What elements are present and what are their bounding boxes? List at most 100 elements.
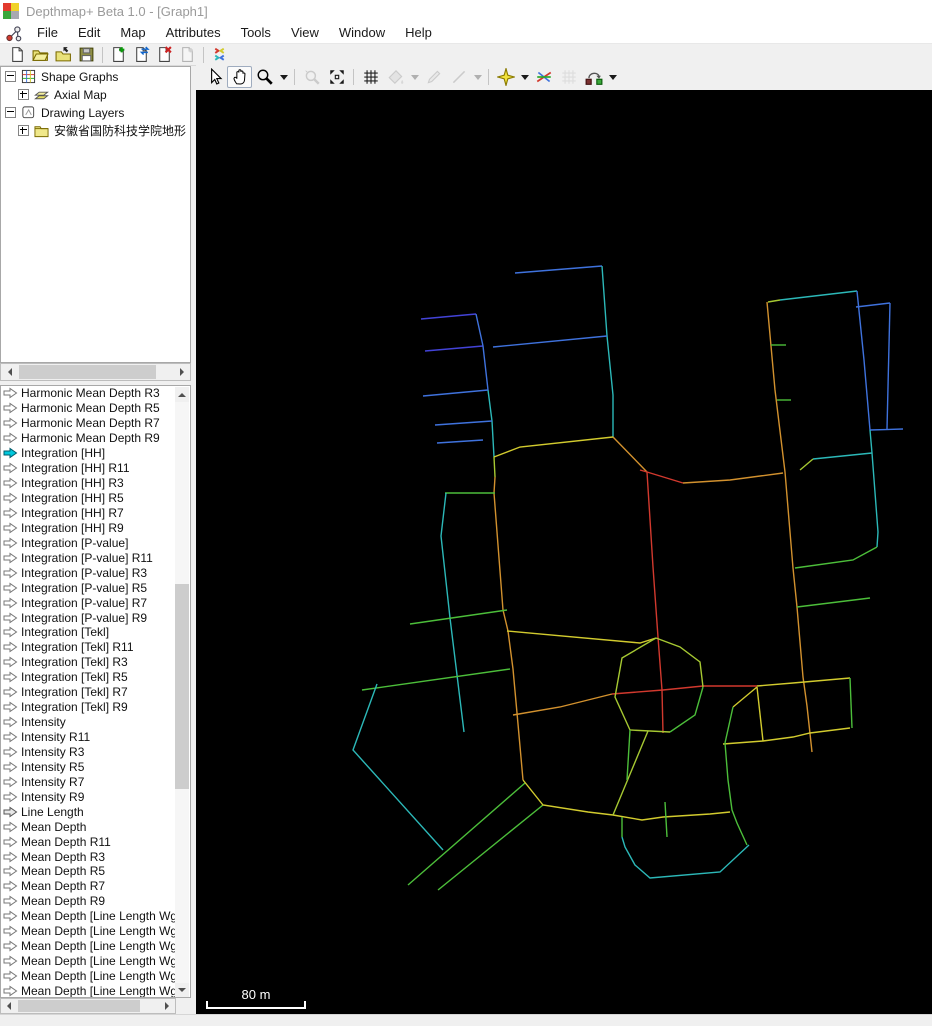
attribute-list-item[interactable]: Integration [HH] R9 — [1, 520, 176, 535]
axial-line[interactable] — [779, 290, 858, 301]
attribute-list-item[interactable]: Integration [P-value] R11 — [1, 550, 176, 565]
axial-star-button[interactable] — [493, 66, 518, 88]
menu-view[interactable]: View — [281, 23, 329, 42]
menu-tools[interactable]: Tools — [231, 23, 281, 42]
axial-line[interactable] — [767, 299, 781, 303]
update-graph-button[interactable] — [130, 45, 153, 65]
axial-line[interactable] — [493, 476, 524, 781]
axial-line[interactable] — [506, 630, 657, 644]
axial-line[interactable] — [436, 439, 484, 444]
attribute-list-item[interactable]: Integration [Tekl] R5 — [1, 670, 176, 685]
axial-line[interactable] — [849, 677, 853, 729]
axial-line[interactable] — [639, 469, 684, 484]
step-depth-button[interactable] — [581, 66, 606, 88]
hand-button[interactable] — [227, 66, 252, 88]
tree-expander-minus-icon[interactable] — [5, 107, 16, 118]
attribute-list-item[interactable]: Mean Depth R11 — [1, 834, 176, 849]
attribute-list-item[interactable]: Integration [P-value] R3 — [1, 565, 176, 580]
attribute-list-item[interactable]: Integration [P-value] — [1, 535, 176, 550]
axial-line[interactable] — [492, 335, 608, 348]
attribute-list-item[interactable]: Integration [Tekl] — [1, 625, 176, 640]
attribute-list-item[interactable]: Intensity R5 — [1, 759, 176, 774]
attribute-list-item[interactable]: Mean Depth — [1, 819, 176, 834]
axial-line[interactable] — [886, 302, 891, 430]
menu-attributes[interactable]: Attributes — [156, 23, 231, 42]
attribute-list-item[interactable]: Mean Depth [Line Length Wgt] — [1, 909, 176, 924]
axial-line[interactable] — [352, 683, 444, 851]
axial-line[interactable] — [664, 801, 668, 838]
list-vscroll-up-button[interactable] — [175, 387, 189, 402]
axial-line[interactable] — [493, 456, 496, 478]
axial-line[interactable] — [732, 686, 758, 708]
axial-line[interactable] — [514, 265, 603, 274]
menu-window[interactable]: Window — [329, 23, 395, 42]
zoom-extents-button[interactable] — [324, 66, 349, 88]
axial-lines-button[interactable] — [531, 66, 556, 88]
attribute-list-item[interactable]: Integration [P-value] R5 — [1, 580, 176, 595]
axial-line[interactable] — [669, 686, 704, 733]
axial-line[interactable] — [621, 836, 750, 879]
attribute-list-item[interactable]: Integration [HH] — [1, 446, 176, 461]
list-hscroll-thumb[interactable] — [18, 1000, 140, 1012]
axial-line[interactable] — [487, 389, 495, 458]
axial-line[interactable] — [869, 428, 904, 431]
attribute-list-item[interactable]: Mean Depth R5 — [1, 864, 176, 879]
axial-line[interactable] — [361, 668, 511, 691]
list-vscrollbar[interactable] — [175, 387, 189, 997]
axial-line[interactable] — [869, 429, 879, 548]
menu-map[interactable]: Map — [110, 23, 155, 42]
attribute-list-item[interactable]: Harmonic Mean Depth R3 — [1, 386, 176, 401]
tree-hscroll-right-button[interactable] — [174, 364, 190, 380]
axial-line[interactable] — [612, 811, 731, 821]
tree-expander-plus-icon[interactable] — [18, 125, 29, 136]
axial-line[interactable] — [612, 436, 648, 473]
axial-line[interactable] — [812, 452, 873, 460]
axial-line[interactable] — [682, 472, 784, 484]
axial-line[interactable] — [646, 471, 664, 734]
axial-line[interactable] — [722, 727, 851, 745]
tree-item-shape-graphs[interactable]: Shape Graphs — [1, 67, 190, 85]
attribute-list-item[interactable]: Mean Depth R9 — [1, 894, 176, 909]
list-vscroll-thumb[interactable] — [175, 584, 189, 789]
attribute-list-item[interactable]: Intensity R7 — [1, 774, 176, 789]
list-hscroll-left-button[interactable] — [1, 999, 16, 1013]
tree-hscrollbar[interactable] — [0, 363, 191, 381]
menu-help[interactable]: Help — [395, 23, 442, 42]
tree-item-axial-map[interactable]: Axial Map — [1, 85, 190, 103]
attribute-list-item[interactable]: Integration [HH] R5 — [1, 491, 176, 506]
axial-line[interactable] — [601, 265, 614, 437]
attribute-list-item[interactable]: Intensity R3 — [1, 745, 176, 760]
tree-expander-plus-icon[interactable] — [18, 89, 29, 100]
attribute-list-item[interactable]: Integration [Tekl] R11 — [1, 640, 176, 655]
list-hscroll-right-button[interactable] — [160, 999, 175, 1013]
axial-line[interactable] — [493, 436, 614, 458]
attribute-list-item[interactable]: Intensity R11 — [1, 730, 176, 745]
pointer-button[interactable] — [202, 66, 227, 88]
axial-map-canvas[interactable]: 80 m — [196, 90, 932, 1014]
grid-button[interactable] — [358, 66, 383, 88]
axial-line[interactable] — [655, 637, 704, 688]
attribute-list-item[interactable]: Mean Depth R3 — [1, 849, 176, 864]
axial-line[interactable] — [796, 597, 871, 608]
attribute-list-item[interactable]: Harmonic Mean Depth R7 — [1, 416, 176, 431]
new-file-button[interactable] — [6, 45, 29, 65]
list-vscroll-down-button[interactable] — [175, 983, 189, 997]
attribute-list-item[interactable]: Mean Depth R7 — [1, 879, 176, 894]
colored-arrows-button[interactable] — [208, 45, 231, 65]
axial-line[interactable] — [756, 686, 764, 742]
import-map-button[interactable] — [52, 45, 75, 65]
new-graph-button[interactable] — [107, 45, 130, 65]
tree-hscroll-left-button[interactable] — [1, 364, 17, 380]
axial-line[interactable] — [475, 313, 489, 391]
axial-line[interactable] — [856, 290, 871, 431]
menu-file[interactable]: File — [27, 23, 68, 42]
axial-line[interactable] — [434, 420, 493, 426]
save-button[interactable] — [75, 45, 98, 65]
attribute-list-item[interactable]: Integration [Tekl] R7 — [1, 685, 176, 700]
attribute-list-item[interactable]: Integration [HH] R3 — [1, 476, 176, 491]
axial-line[interactable] — [724, 742, 748, 846]
axial-line[interactable] — [794, 546, 878, 569]
open-folder-button[interactable] — [29, 45, 52, 65]
axial-line[interactable] — [440, 492, 465, 733]
axial-line[interactable] — [799, 458, 814, 471]
